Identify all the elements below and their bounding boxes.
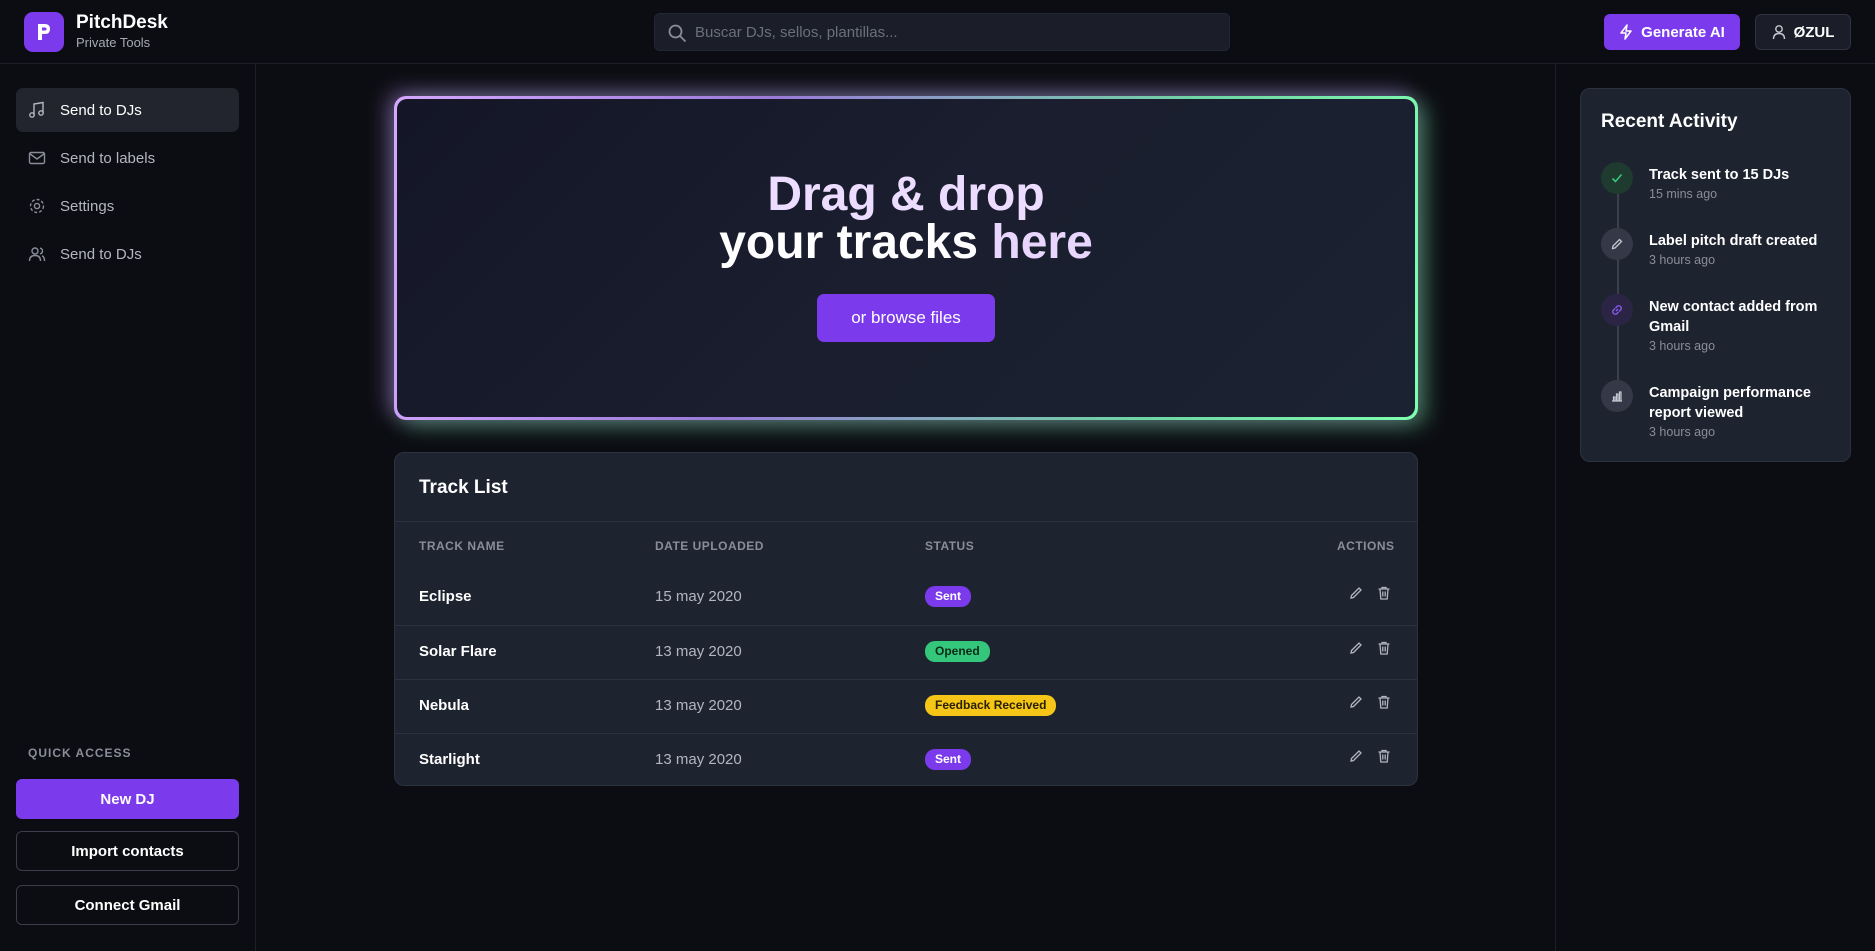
track-name: Nebula (419, 697, 470, 714)
column-header-actions: ACTIONS (1337, 539, 1395, 553)
quick-access-heading: QUICK ACCESS (28, 746, 132, 760)
sidebar-item-send-to-djs-2[interactable]: Send to DJs (16, 232, 239, 276)
edit-button[interactable] (1347, 640, 1365, 658)
pencil-icon (1350, 750, 1362, 762)
table-row[interactable]: Starlight 13 may 2020 Sent (395, 733, 1417, 785)
pencil-icon (1350, 696, 1362, 708)
track-name: Eclipse (419, 588, 472, 605)
new-dj-button[interactable]: New DJ (16, 779, 239, 819)
dropzone-title-line1: Drag & drop (767, 168, 1045, 221)
track-date: 15 may 2020 (655, 588, 742, 605)
activity-link-badge (1601, 294, 1633, 326)
generate-ai-button[interactable]: Generate AI (1604, 14, 1740, 50)
track-dropzone[interactable]: Drag & drop your tracks here or browse f… (397, 99, 1415, 417)
activity-time: 3 hours ago (1649, 339, 1716, 353)
trash-icon (1378, 586, 1390, 600)
brand-subtitle: Private Tools (76, 35, 151, 50)
trash-icon (1378, 641, 1390, 655)
lightning-icon (1620, 24, 1632, 40)
delete-button[interactable] (1375, 694, 1393, 712)
dropzone-title: Drag & drop your tracks here (397, 171, 1415, 267)
activity-check-badge (1601, 162, 1633, 194)
track-date: 13 may 2020 (655, 751, 742, 768)
bar-chart-icon (1612, 391, 1622, 402)
track-list-panel: Track List TRACK NAME DATE UPLOADED STAT… (394, 452, 1418, 786)
activity-text: New contact added from Gmail (1649, 299, 1818, 335)
activity-time: 3 hours ago (1649, 253, 1716, 267)
recent-activity-title: Recent Activity (1601, 111, 1738, 132)
pencil-icon (1611, 238, 1623, 250)
status-badge: Sent (925, 749, 972, 770)
edit-button[interactable] (1347, 585, 1365, 603)
pencil-icon (1350, 642, 1362, 654)
browse-files-button[interactable]: or browse files (817, 294, 995, 342)
status-badge: Feedback Received (925, 695, 1057, 716)
dropzone-title-line2-main: your tracks (719, 216, 992, 269)
track-name: Solar Flare (419, 643, 497, 660)
edit-button[interactable] (1347, 748, 1365, 766)
track-list-divider (395, 521, 1417, 522)
sidebar-item-send-to-djs[interactable]: Send to DJs (16, 88, 239, 132)
sidebar-item-send-to-labels[interactable]: Send to labels (16, 136, 239, 180)
track-date: 13 may 2020 (655, 643, 742, 660)
sidebar-item-settings[interactable]: Settings (16, 184, 239, 228)
top-header: PitchDesk Private Tools Generate AI ØZUL (0, 0, 1875, 64)
track-date: 13 may 2020 (655, 697, 742, 714)
music-note-icon (29, 101, 44, 118)
dropzone-title-line2-highlight: here (991, 216, 1093, 269)
sidebar-item-label: Settings (60, 197, 115, 215)
table-row[interactable]: Eclipse 15 may 2020 Sent (395, 571, 1417, 625)
pitchdesk-logo[interactable] (24, 12, 64, 52)
recent-activity-panel: Recent Activity Track sent to 15 DJs 15 … (1580, 88, 1851, 462)
track-name: Starlight (419, 751, 480, 768)
user-name: ØZUL (1793, 23, 1835, 41)
activity-text: Campaign performance report viewed (1649, 385, 1811, 421)
mail-icon (28, 151, 46, 165)
dropzone-title-line2: your tracks here (397, 219, 1415, 267)
column-header-track-name: TRACK NAME (419, 539, 505, 553)
column-header-date-uploaded: DATE UPLOADED (655, 539, 764, 553)
user-icon (1772, 25, 1785, 40)
search-input[interactable] (695, 14, 1215, 50)
sidebar: Send to DJs Send to labels Settings Send… (0, 64, 256, 951)
delete-button[interactable] (1375, 748, 1393, 766)
brand-name: PitchDesk (76, 12, 168, 33)
activity-timeline-line (1617, 171, 1619, 411)
sidebar-item-label: Send to labels (60, 149, 156, 167)
right-panel-divider (1555, 64, 1556, 951)
trash-icon (1378, 749, 1390, 763)
search-bar[interactable] (654, 13, 1230, 51)
connect-gmail-button[interactable]: Connect Gmail (16, 885, 239, 925)
activity-chart-badge (1601, 380, 1633, 412)
activity-text: Track sent to 15 DJs (1649, 167, 1790, 183)
logo-p-icon (38, 24, 50, 40)
status-badge: Opened (925, 641, 990, 662)
delete-button[interactable] (1375, 585, 1393, 603)
column-header-status: STATUS (925, 539, 975, 553)
sidebar-item-label: Send to DJs (60, 101, 142, 119)
pencil-icon (1350, 587, 1362, 599)
user-menu-button[interactable]: ØZUL (1755, 14, 1851, 50)
trash-icon (1378, 695, 1390, 709)
track-list-title: Track List (419, 477, 508, 498)
link-icon (1612, 305, 1622, 315)
activity-pencil-badge (1601, 228, 1633, 260)
search-icon (668, 24, 686, 42)
generate-ai-label: Generate AI (1641, 23, 1725, 41)
sidebar-item-label: Send to DJs (60, 245, 142, 263)
users-icon (28, 247, 46, 262)
table-row[interactable]: Solar Flare 13 may 2020 Opened (395, 625, 1417, 679)
table-row[interactable]: Nebula 13 may 2020 Feedback Received (395, 679, 1417, 733)
gear-icon (29, 198, 45, 214)
check-icon (1611, 173, 1623, 183)
activity-time: 3 hours ago (1649, 425, 1716, 439)
edit-button[interactable] (1347, 694, 1365, 712)
status-badge: Sent (925, 586, 972, 607)
delete-button[interactable] (1375, 640, 1393, 658)
activity-text: Label pitch draft created (1649, 233, 1818, 249)
import-contacts-button[interactable]: Import contacts (16, 831, 239, 871)
activity-time: 15 mins ago (1649, 187, 1718, 201)
